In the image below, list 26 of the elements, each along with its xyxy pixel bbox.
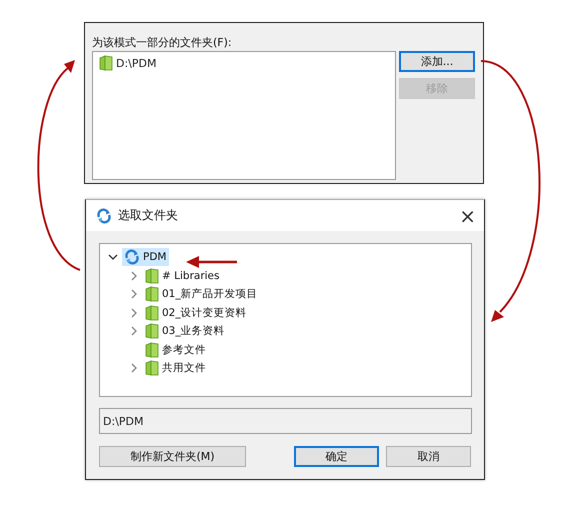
tree-item[interactable]: PDM [122,248,170,266]
dialog-title: 选取文件夹 [118,207,179,224]
tree-item[interactable]: 01_新产品开发项目 [143,285,261,304]
folder-icon [145,360,159,376]
folder-item[interactable]: D:\PDM [116,56,156,70]
tree-item[interactable]: 02_设计变更资料 [143,304,250,322]
folder-icon [145,342,159,358]
folder-icon [145,286,159,302]
folder-icon [145,323,159,340]
path-field[interactable]: D:\PDM [99,408,472,434]
tree-item[interactable]: # Libraries [143,266,222,285]
cancel-button[interactable]: 取消 [386,446,471,467]
folder-icon [145,268,159,284]
add-button[interactable]: 添加... [399,51,475,72]
tree-item[interactable]: 共用文件 [143,359,209,378]
folder-icon [99,55,113,71]
folder-icon [145,304,159,321]
tree-item[interactable]: 参考文件 [143,340,209,359]
arrow [186,255,238,269]
folder-tree[interactable]: PDM # Libraries 01_新产品开发项目 02_设计变更资料 03_业务资料 参考文件 共用文件 [99,243,472,397]
close-button[interactable]: × [459,206,476,226]
tree-item[interactable]: 03_业务资料 [143,322,228,340]
new-folder-button[interactable]: 制作新文件夹(M) [99,446,246,467]
ok-button[interactable]: 确定 [294,446,379,467]
folders-label: 为该模式一部分的文件夹(F): [92,36,233,50]
folder-list[interactable]: D:\PDM [92,51,396,180]
